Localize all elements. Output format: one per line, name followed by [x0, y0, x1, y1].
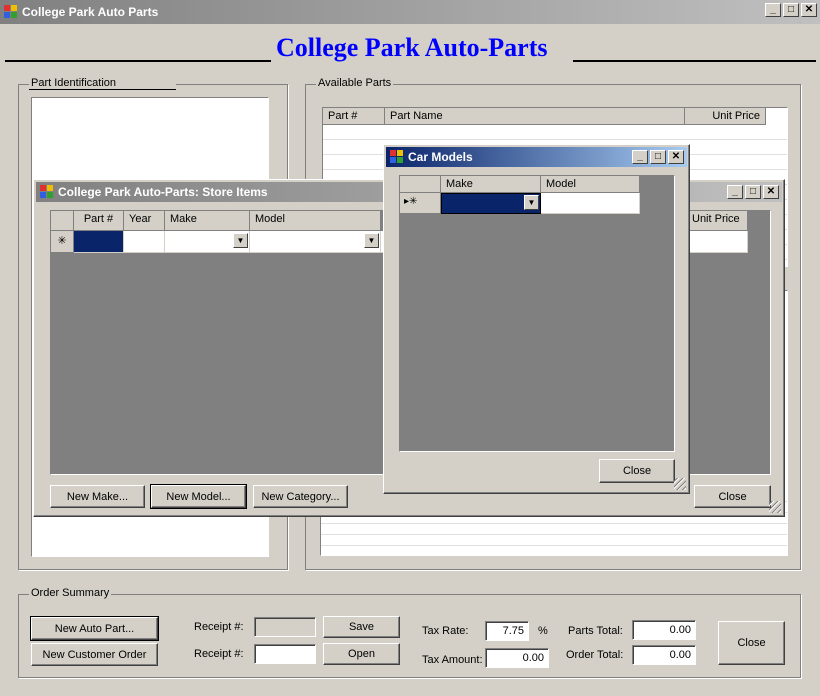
new-customer-order-button[interactable]: New Customer Order [31, 643, 158, 666]
receipt-label-2: Receipt #: [194, 648, 244, 660]
close-window-button[interactable]: ✕ [763, 185, 779, 199]
column-header-model[interactable]: Model [250, 211, 381, 231]
new-category-button[interactable]: New Category... [253, 485, 348, 508]
column-header-make[interactable]: Make [441, 176, 541, 193]
part-number-cell[interactable] [74, 231, 124, 253]
page-heading: College Park Auto-Parts [276, 33, 548, 62]
model-cell[interactable] [541, 193, 640, 214]
maximize-button[interactable]: □ [783, 3, 799, 17]
main-close-button[interactable]: Close [718, 621, 785, 665]
new-model-button[interactable]: New Model... [150, 484, 247, 509]
chevron-down-icon[interactable]: ▼ [524, 195, 539, 210]
minimize-button[interactable]: _ [765, 3, 781, 17]
car-models-titlebar[interactable]: Car Models _ □ ✕ [386, 147, 687, 167]
tax-amount-label: Tax Amount: [422, 654, 483, 666]
chevron-down-icon[interactable]: ▼ [364, 233, 379, 248]
minimize-button[interactable]: _ [727, 185, 743, 199]
parts-total-field[interactable]: 0.00 [632, 620, 696, 640]
unit-price-cell[interactable] [687, 231, 748, 253]
model-combo-cell[interactable]: ▼ [250, 231, 381, 253]
order-total-label: Order Total: [566, 649, 624, 661]
new-auto-part-button[interactable]: New Auto Part... [30, 616, 159, 641]
available-parts-label: Available Parts [316, 77, 394, 89]
car-models-grid[interactable]: Make Model ▸✳ ▼ [399, 175, 675, 452]
parts-total-label: Parts Total: [568, 625, 623, 637]
tax-amount-field[interactable]: 0.00 [485, 648, 549, 668]
new-row-header[interactable]: ✳ [51, 231, 74, 253]
tax-rate-label: Tax Rate: [422, 625, 469, 637]
new-make-button[interactable]: New Make... [50, 485, 145, 508]
main-titlebar[interactable]: College Park Auto Parts _ □ ✕ [0, 0, 820, 24]
percent-label: % [538, 625, 548, 637]
maximize-button[interactable]: □ [745, 185, 761, 199]
car-models-close-button[interactable]: Close [599, 459, 675, 483]
column-header-part-name[interactable]: Part Name [385, 108, 685, 125]
resize-grip-icon[interactable] [674, 478, 686, 490]
order-total-field[interactable]: 0.00 [632, 645, 696, 665]
store-items-title: College Park Auto-Parts: Store Items [58, 185, 268, 199]
store-items-close-button[interactable]: Close [694, 485, 771, 508]
column-header-unit-price[interactable]: Unit Price [685, 108, 766, 125]
receipt-number-input[interactable] [254, 644, 316, 664]
app-icon [4, 5, 18, 19]
column-header-unit-price[interactable]: Unit Price [687, 211, 748, 231]
receipt-number-field-disabled [254, 617, 316, 637]
minimize-button[interactable]: _ [632, 150, 648, 164]
heading-rule-right [573, 60, 816, 62]
column-header-year[interactable]: Year [124, 211, 165, 231]
app-icon [390, 150, 404, 164]
column-header-make[interactable]: Make [165, 211, 250, 231]
car-models-window: Car Models _ □ ✕ Make Model ▸✳ ▼ Close [383, 144, 690, 494]
make-combo-cell[interactable]: ▼ [441, 193, 541, 214]
receipt-label-1: Receipt #: [194, 621, 244, 633]
resize-grip-icon[interactable] [769, 501, 781, 513]
maximize-button[interactable]: □ [650, 150, 666, 164]
close-window-button[interactable]: ✕ [801, 3, 817, 17]
main-window-title: College Park Auto Parts [22, 5, 159, 19]
close-window-button[interactable]: ✕ [668, 150, 684, 164]
column-header-part-number[interactable]: Part # [323, 108, 385, 125]
row-header-corner [51, 211, 74, 231]
column-header-part-number[interactable]: Part # [74, 211, 124, 231]
row-header-corner [400, 176, 441, 193]
app-icon [40, 185, 54, 199]
make-combo-cell[interactable]: ▼ [165, 231, 250, 253]
part-identification-label: Part Identification [29, 77, 176, 90]
current-new-row-header[interactable]: ▸✳ [400, 193, 441, 214]
save-button[interactable]: Save [323, 616, 400, 638]
open-button[interactable]: Open [323, 643, 400, 665]
car-models-title: Car Models [408, 150, 473, 164]
tax-rate-input[interactable]: 7.75 [485, 621, 529, 641]
year-cell[interactable] [124, 231, 165, 253]
order-summary-label: Order Summary [29, 587, 112, 599]
chevron-down-icon[interactable]: ▼ [233, 233, 248, 248]
heading-rule-left [5, 60, 271, 62]
column-header-model[interactable]: Model [541, 176, 640, 193]
